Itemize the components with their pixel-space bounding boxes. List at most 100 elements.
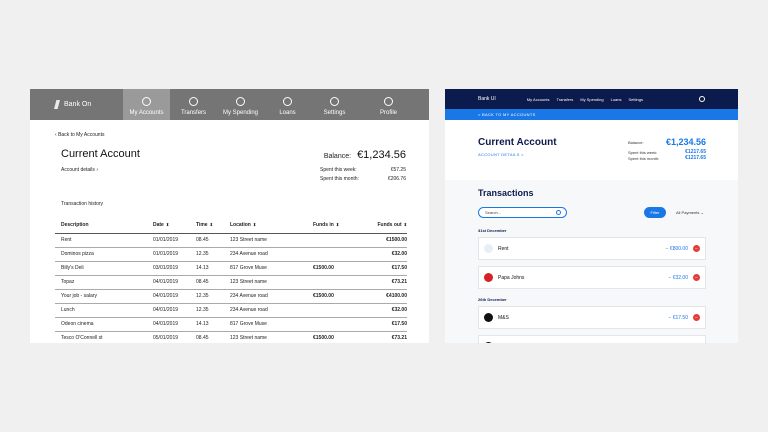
nav-my-accounts[interactable]: My Accounts — [123, 89, 170, 120]
table-row[interactable]: Topaz 04/01/2019 08.45 123 Street name €73.2… — [55, 275, 407, 290]
table-cell: Lunch — [55, 303, 147, 318]
table-row[interactable]: Odeon cinema 04/01/2019 14.13 817 Grove Mus… — [55, 317, 407, 332]
column-header[interactable]: Time ⬍ — [190, 217, 224, 234]
column-header[interactable]: Date ⬍ — [147, 217, 190, 234]
transaction-card[interactable]: M&S − €17.50− — [478, 306, 706, 329]
balance: Balance: €1,234.56 — [628, 137, 706, 147]
table-cell: €32.00 — [357, 247, 407, 262]
nav-loans[interactable]: Loans — [264, 89, 311, 120]
section-title: Transactions — [478, 188, 534, 198]
table-cell: 123 Street name — [224, 233, 307, 248]
settings-icon — [330, 97, 339, 106]
chevron-right-icon: › — [96, 167, 98, 173]
table-cell: €1500.00 — [307, 331, 357, 343]
date-heading: 31st December — [478, 228, 507, 233]
table-cell: Odeon cinema — [55, 317, 147, 332]
back-link[interactable]: ‹ Back to My Accounts — [55, 132, 104, 138]
nav-settings[interactable]: Settings — [629, 97, 643, 102]
table-cell: €73.21 — [357, 331, 407, 343]
sort-icon: ⬍ — [209, 221, 213, 227]
table-cell: Billy's Deli — [55, 261, 147, 276]
table-cell: 234 Avenue road — [224, 247, 307, 262]
nav-transfers[interactable]: Transfers — [556, 97, 573, 102]
column-header[interactable]: Funds in ⬍ — [307, 217, 357, 234]
store-logo — [484, 342, 493, 343]
spent-month: Spent this month: €1217.65 — [628, 155, 706, 161]
nav-settings[interactable]: Settings — [311, 89, 358, 120]
table-cell: 04/01/2019 — [147, 289, 190, 304]
table-cell: 14.13 — [190, 261, 224, 276]
brand-name: Bank On — [64, 101, 92, 108]
nav-transfers[interactable]: Transfers — [170, 89, 217, 120]
spending-icon — [236, 97, 245, 106]
table-cell: 03/01/2019 — [147, 261, 190, 276]
loans-icon — [283, 97, 292, 106]
sort-icon: ⬍ — [165, 221, 170, 227]
nav-profile[interactable]: Profile — [365, 89, 412, 120]
table-cell: 123 Street name — [224, 331, 307, 343]
table-row[interactable]: Dominos pizza 01/01/2019 12.35 234 Avenue r… — [55, 247, 407, 262]
table-cell: 05/01/2019 — [147, 331, 190, 343]
table-row[interactable]: Tesco O'Connell st 05/01/2019 08.45 123 Str… — [55, 331, 407, 343]
papa-johns-logo — [484, 273, 493, 282]
bank-icon — [484, 244, 493, 253]
transactions-table: Description Date ⬍ Time ⬍ Location ⬍ Funds … — [55, 217, 407, 343]
account-details-link[interactable]: Account details › — [61, 167, 98, 173]
remove-icon[interactable]: − — [693, 314, 700, 321]
page-title: Current Account — [61, 148, 140, 160]
nav-my-spending[interactable]: My Spending — [217, 89, 264, 120]
transaction-card[interactable]: Schuh− €73.21− — [478, 335, 706, 343]
section-title: Transaction history — [61, 201, 104, 207]
search-icon — [556, 210, 561, 215]
amount: − €32.00 — [668, 274, 688, 281]
table-cell: 08.45 — [190, 331, 224, 343]
nav-my-accounts[interactable]: My Accounts — [527, 97, 550, 102]
back-link[interactable]: < BACK TO MY ACCOUNTS — [445, 109, 738, 120]
table-cell: €1500.00 — [357, 233, 407, 248]
transaction-card[interactable]: Rent − €800.00− — [478, 237, 706, 260]
table-row[interactable]: Billy's Deli 03/01/2019 14.13 817 Grove Mus… — [55, 261, 407, 276]
table-cell: 04/01/2019 — [147, 275, 190, 290]
table-cell: 234 Avenue road — [224, 303, 307, 318]
table-cell: 12.35 — [190, 289, 224, 304]
search-input[interactable]: Search... — [478, 207, 567, 218]
payments-dropdown[interactable]: All Payments ⌄ — [676, 210, 704, 215]
table-cell: 01/01/2019 — [147, 247, 190, 262]
table-cell: Topaz — [55, 275, 147, 290]
table-cell: Dominos pizza — [55, 247, 147, 262]
nav-loans[interactable]: Loans — [611, 97, 622, 102]
account-details-link[interactable]: ACCOUNT DETAILS > — [478, 152, 524, 157]
remove-icon[interactable]: − — [693, 245, 700, 252]
table-cell: €17.50 — [357, 317, 407, 332]
table-row[interactable]: Rent 01/01/2019 08.45 123 Street name €1500.… — [55, 233, 407, 248]
transaction-card[interactable]: Papa Johns − €32.00− — [478, 266, 706, 289]
brand-logo[interactable]: Bank On — [30, 89, 123, 120]
logo-mark-icon — [54, 100, 60, 109]
balance-value: €1,234.56 — [357, 149, 406, 161]
column-header[interactable]: Location ⬍ — [224, 217, 307, 234]
table-row[interactable]: Your job - salary 04/01/2019 12.35 234 Aven… — [55, 289, 407, 304]
table-cell: 14.13 — [190, 317, 224, 332]
filter-button[interactable]: Filter — [644, 207, 666, 218]
table-cell — [307, 247, 357, 262]
table-cell: 12.35 — [190, 303, 224, 318]
sort-icon: ⬍ — [252, 221, 257, 227]
user-icon[interactable] — [699, 96, 705, 102]
table-cell — [307, 233, 357, 248]
table-cell: €32.00 — [357, 303, 407, 318]
table-row[interactable]: Lunch 04/01/2019 12.35 234 Avenue road €32.0… — [55, 303, 407, 318]
table-cell: Rent — [55, 233, 147, 248]
table-cell: 817 Grove Muse — [224, 261, 307, 276]
merchant-name: Papa Johns — [498, 274, 525, 281]
top-navigation: Bank On My Accounts Transfers My Spendin… — [30, 89, 429, 120]
remove-icon[interactable]: − — [693, 274, 700, 281]
sort-icon: ⬍ — [403, 221, 407, 227]
column-header[interactable]: Funds out ⬍ — [357, 217, 407, 234]
table-cell: 04/01/2019 — [147, 317, 190, 332]
column-header[interactable]: Description — [55, 217, 147, 234]
transfers-icon — [189, 97, 198, 106]
nav-my-spending[interactable]: My Spending — [580, 97, 603, 102]
brand-name[interactable]: Bank UI — [478, 96, 496, 102]
balance-label: Balance: — [628, 139, 644, 145]
table-cell: 08.45 — [190, 233, 224, 248]
